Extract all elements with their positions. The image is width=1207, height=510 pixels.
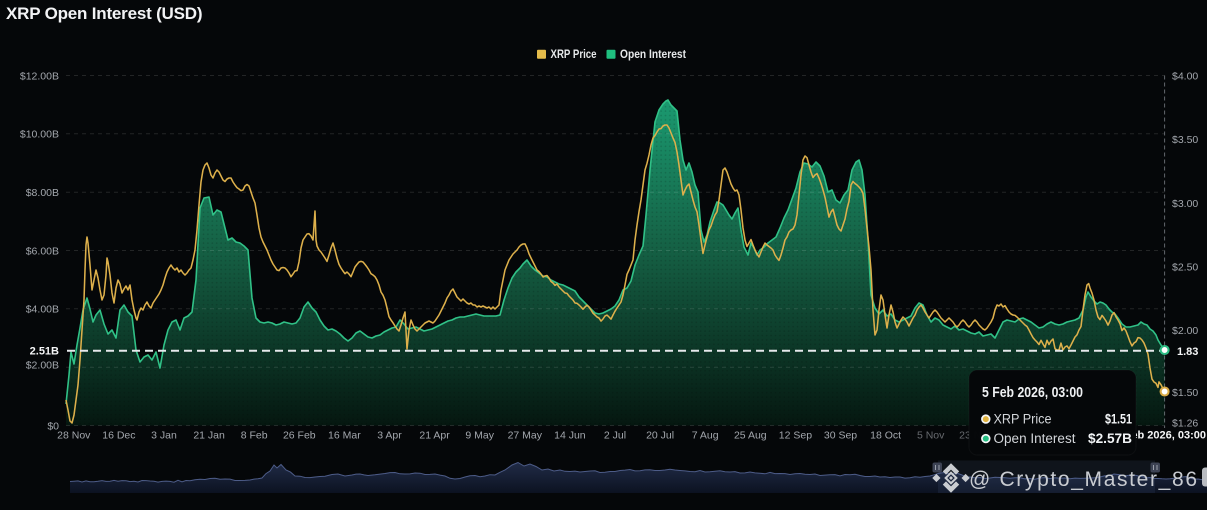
svg-text:$2.57B: $2.57B [1088,430,1132,446]
svg-text:8 Feb: 8 Feb [241,430,268,442]
svg-text:$8.00B: $8.00B [26,187,59,199]
svg-text:3 Jan: 3 Jan [151,430,177,442]
svg-text:$4.00: $4.00 [1172,70,1198,82]
svg-text:$2.00: $2.00 [1172,325,1198,337]
svg-text:12 Sep: 12 Sep [779,430,812,442]
svg-text:XRP Price: XRP Price [551,49,597,61]
svg-text:7 Aug: 7 Aug [692,430,719,442]
svg-text:30 Sep: 30 Sep [824,430,857,442]
svg-text:16 Mar: 16 Mar [328,430,361,442]
svg-text:27 May: 27 May [508,430,543,442]
svg-text:XRP Open Interest (USD): XRP Open Interest (USD) [6,4,202,23]
svg-text:25 Aug: 25 Aug [734,430,767,442]
svg-text:$12.00B: $12.00B [20,70,59,82]
svg-text:$6.00B: $6.00B [26,245,59,257]
svg-text:5 Feb 2026, 03:00: 5 Feb 2026, 03:00 [982,384,1083,401]
svg-text:3 Apr: 3 Apr [377,430,402,442]
svg-text:$1.26: $1.26 [1172,417,1198,429]
svg-text:1.83: 1.83 [1177,346,1198,358]
svg-text:$1.50: $1.50 [1172,387,1198,399]
svg-text:14 Jun: 14 Jun [554,430,586,442]
svg-text:$3.00: $3.00 [1172,198,1198,210]
svg-text:16 Dec: 16 Dec [102,430,135,442]
svg-text:$2.50: $2.50 [1172,261,1198,273]
svg-text:Open Interest: Open Interest [994,431,1076,446]
svg-text:XRP Price: XRP Price [994,412,1052,427]
svg-text:28 Nov: 28 Nov [57,430,91,442]
svg-text:$1.51: $1.51 [1105,411,1132,427]
svg-text:2 Jul: 2 Jul [604,430,626,442]
svg-text:21 Apr: 21 Apr [419,430,450,442]
svg-text:26 Feb: 26 Feb [283,430,316,442]
svg-text:20 Jul: 20 Jul [646,430,674,442]
svg-text:$10.00B: $10.00B [20,129,59,141]
svg-text:18 Oct: 18 Oct [870,430,901,442]
svg-text:9 May: 9 May [465,430,494,442]
svg-text:2.51B: 2.51B [30,346,59,358]
svg-text:$2.00B: $2.00B [26,359,59,371]
svg-text:5 Nov: 5 Nov [917,430,945,442]
svg-text:21 Jan: 21 Jan [193,430,225,442]
svg-text:$4.00B: $4.00B [26,304,59,316]
svg-text:$3.50: $3.50 [1172,134,1198,146]
svg-text:Open Interest: Open Interest [620,49,686,61]
